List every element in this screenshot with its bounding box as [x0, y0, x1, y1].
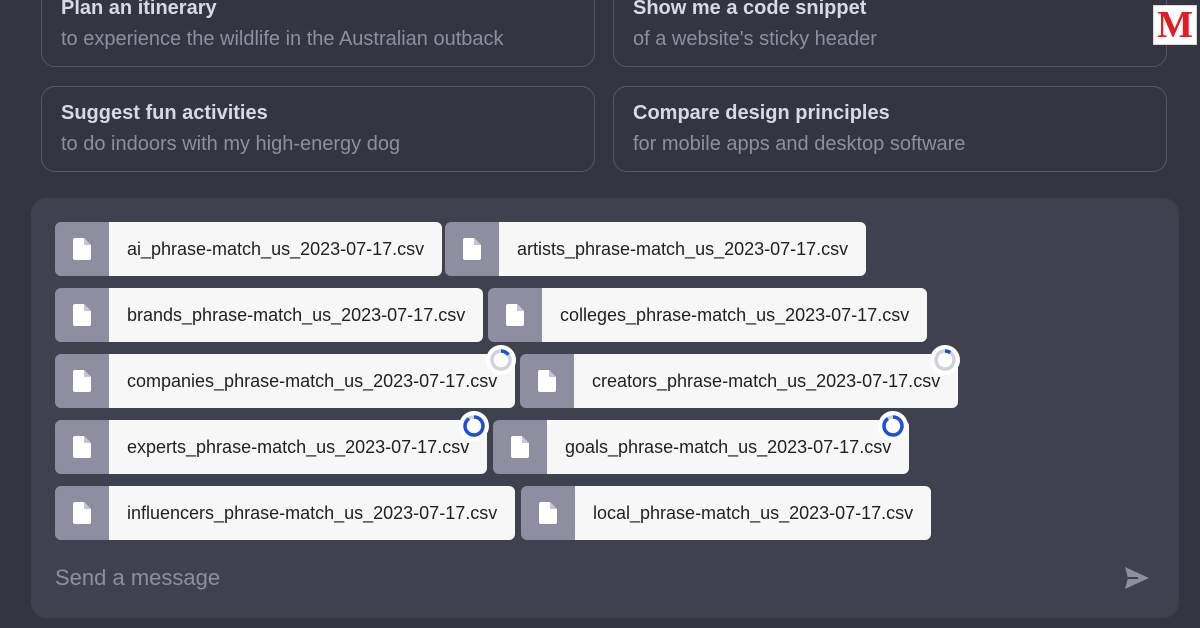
file-attachment[interactable]: goals_phrase-match_us_2023-07-17.csv [493, 420, 910, 474]
document-icon [520, 354, 574, 408]
send-icon [1125, 567, 1149, 589]
file-name: brands_phrase-match_us_2023-07-17.csv [109, 288, 484, 342]
suggestion-subtitle: for mobile apps and desktop software [633, 133, 966, 155]
document-icon [493, 420, 547, 474]
suggestion-subtitle: of a website's sticky header [633, 28, 877, 50]
file-name: companies_phrase-match_us_2023-07-17.csv [109, 354, 516, 408]
upload-progress-icon [930, 345, 960, 375]
document-icon [521, 486, 575, 540]
document-icon [55, 222, 109, 276]
file-name: creators_phrase-match_us_2023-07-17.csv [574, 354, 959, 408]
suggestion-title: Plan an itinerary [61, 0, 217, 19]
file-attachment[interactable]: influencers_phrase-match_us_2023-07-17.c… [55, 486, 516, 540]
file-name: colleges_phrase-match_us_2023-07-17.csv [542, 288, 928, 342]
suggestion-card-code-snippet[interactable]: Show me a code snippet of a website's st… [613, 0, 1167, 67]
file-attachment[interactable]: companies_phrase-match_us_2023-07-17.csv [55, 354, 516, 408]
suggestion-card-itinerary[interactable]: Plan an itinerary to experience the wild… [41, 0, 595, 67]
upload-progress-icon [486, 345, 516, 375]
suggestion-card-fun-activities[interactable]: Suggest fun activities to do indoors wit… [41, 86, 595, 172]
file-name: goals_phrase-match_us_2023-07-17.csv [547, 420, 910, 474]
file-name: ai_phrase-match_us_2023-07-17.csv [109, 222, 443, 276]
file-attachment[interactable]: experts_phrase-match_us_2023-07-17.csv [55, 420, 488, 474]
suggestion-title: Compare design principles [633, 102, 890, 124]
brand-logo: M [1153, 5, 1197, 45]
file-attachment[interactable]: brands_phrase-match_us_2023-07-17.csv [55, 288, 484, 342]
send-button[interactable] [1121, 562, 1153, 594]
upload-progress-icon [878, 411, 908, 441]
file-name: local_phrase-match_us_2023-07-17.csv [575, 486, 932, 540]
message-composer: ai_phrase-match_us_2023-07-17.csv artist… [31, 198, 1179, 618]
logo-letter: M [1157, 4, 1193, 46]
upload-progress-icon [459, 411, 489, 441]
file-name: artists_phrase-match_us_2023-07-17.csv [499, 222, 867, 276]
file-attachment[interactable]: local_phrase-match_us_2023-07-17.csv [521, 486, 932, 540]
suggestion-subtitle: to do indoors with my high-energy dog [61, 133, 401, 155]
document-icon [488, 288, 542, 342]
document-icon [55, 288, 109, 342]
message-input[interactable] [55, 558, 1095, 598]
suggestion-title: Show me a code snippet [633, 0, 867, 19]
document-icon [445, 222, 499, 276]
file-attachment[interactable]: ai_phrase-match_us_2023-07-17.csv [55, 222, 443, 276]
file-name: experts_phrase-match_us_2023-07-17.csv [109, 420, 488, 474]
file-attachment[interactable]: colleges_phrase-match_us_2023-07-17.csv [488, 288, 928, 342]
file-attachment[interactable]: creators_phrase-match_us_2023-07-17.csv [520, 354, 959, 408]
suggestion-card-design-principles[interactable]: Compare design principles for mobile app… [613, 86, 1167, 172]
suggestion-subtitle: to experience the wildlife in the Austra… [61, 28, 504, 50]
suggestion-title: Suggest fun activities [61, 102, 268, 124]
document-icon [55, 420, 109, 474]
file-name: influencers_phrase-match_us_2023-07-17.c… [109, 486, 516, 540]
file-attachment[interactable]: artists_phrase-match_us_2023-07-17.csv [445, 222, 867, 276]
document-icon [55, 486, 109, 540]
document-icon [55, 354, 109, 408]
